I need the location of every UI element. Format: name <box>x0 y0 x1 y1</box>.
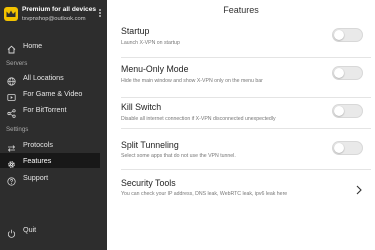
quit-button[interactable]: Quit <box>0 222 100 238</box>
sidebar-item-support[interactable]: Support <box>0 170 100 186</box>
sidebar-item-bittorrent[interactable]: For BitTorrent <box>0 102 100 118</box>
menu-only-mode-toggle[interactable] <box>332 66 363 80</box>
toggle-knob <box>334 143 344 153</box>
sidebar-item-label: All Locations <box>23 73 64 82</box>
feature-description: You can check your IP address, DNS leak,… <box>121 191 288 197</box>
feature-title: Kill Switch <box>121 102 162 112</box>
sidebar-item-all-locations[interactable]: All Locations <box>0 70 100 86</box>
feature-description: Select some apps that do not use the VPN… <box>121 153 236 159</box>
sidebar: Premium for all devices txvpnshop@outloo… <box>0 0 107 250</box>
sidebar-item-label: Protocols <box>23 140 53 149</box>
power-icon <box>7 225 16 238</box>
sidebar-item-label: Features <box>23 156 52 165</box>
sidebar-item-label: Support <box>23 173 49 182</box>
feature-title: Security Tools <box>121 178 176 188</box>
globe-icon <box>7 73 16 86</box>
feature-row-startup: Startup Launch X-VPN on startup <box>121 26 371 58</box>
account-email: txvpnshop@outlook.com <box>22 16 86 22</box>
startup-toggle[interactable] <box>332 28 363 42</box>
feature-title: Startup <box>121 26 150 36</box>
toggle-knob <box>334 68 344 78</box>
more-options-icon[interactable] <box>97 8 103 20</box>
swap-arrows-icon <box>7 140 16 152</box>
feature-description: Launch X-VPN on startup <box>121 40 180 46</box>
feature-row-kill-switch: Kill Switch Disable all internet connect… <box>121 102 371 129</box>
settings-section-heading: Settings <box>6 126 29 133</box>
crown-icon <box>4 7 18 21</box>
sidebar-item-label: For BitTorrent <box>23 105 67 114</box>
feature-row-security-tools[interactable]: Security Tools You can check your IP add… <box>121 178 371 205</box>
kill-switch-toggle[interactable] <box>332 104 363 118</box>
help-circle-icon <box>7 173 16 186</box>
sidebar-item-protocols[interactable]: Protocols <box>0 137 100 152</box>
sidebar-item-home[interactable]: Home <box>0 38 100 54</box>
sidebar-item-label: For Game & Video <box>23 89 83 98</box>
feature-row-split-tunneling[interactable]: Split Tunneling Select some apps that do… <box>121 140 371 170</box>
account-header: Premium for all devices txvpnshop@outloo… <box>4 5 104 29</box>
feature-description: Hide the main window and show X-VPN only… <box>121 78 263 84</box>
main-panel: Features Startup Launch X-VPN on startup… <box>107 0 375 250</box>
page-title: Features <box>223 5 259 15</box>
gear-icon <box>7 156 16 168</box>
feature-description: Disable all internet connection if X-VPN… <box>121 116 276 122</box>
sidebar-item-label: Home <box>23 41 43 50</box>
toggle-knob <box>334 106 344 116</box>
share-icon <box>7 105 16 118</box>
quit-label: Quit <box>23 225 37 234</box>
chevron-right-icon <box>355 182 363 195</box>
home-icon <box>7 41 16 54</box>
feature-title: Menu-Only Mode <box>121 64 189 74</box>
account-plan: Premium for all devices <box>22 6 97 13</box>
servers-section-heading: Servers <box>6 60 28 67</box>
sidebar-item-game-video[interactable]: For Game & Video <box>0 86 100 101</box>
sidebar-item-features[interactable]: Features <box>0 153 100 168</box>
feature-row-menu-only-mode: Menu-Only Mode Hide the main window and … <box>121 64 371 98</box>
toggle-knob <box>334 30 344 40</box>
play-icon <box>7 89 16 101</box>
feature-title: Split Tunneling <box>121 140 179 150</box>
split-tunneling-toggle[interactable] <box>332 141 363 155</box>
